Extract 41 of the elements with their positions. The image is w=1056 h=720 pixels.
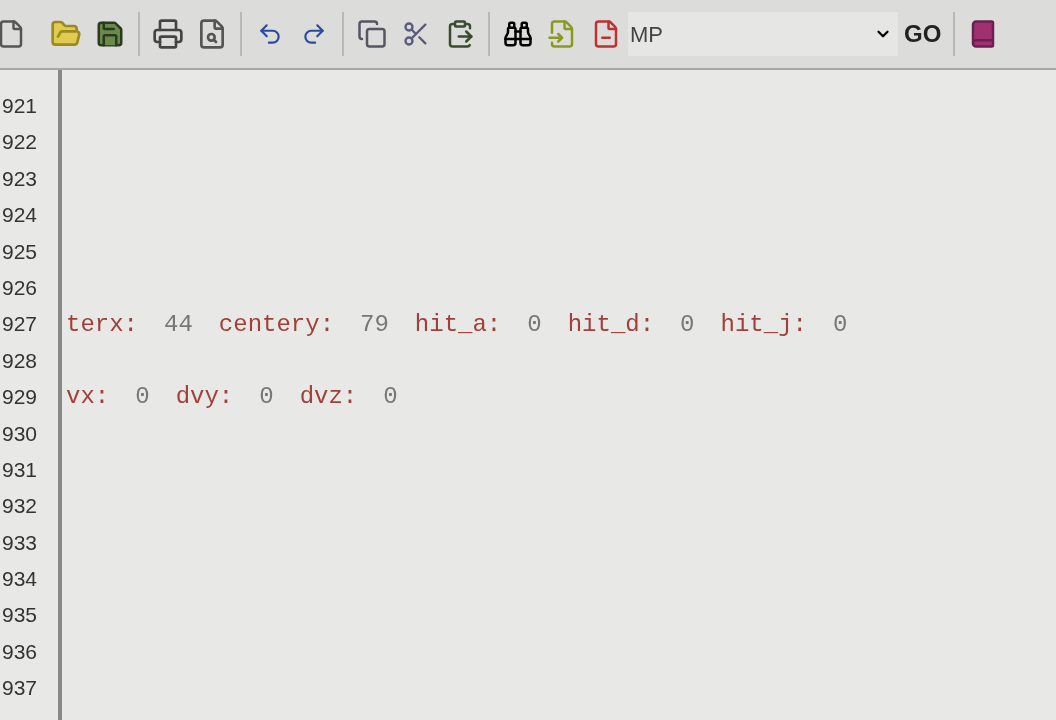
line-number: 921 [1, 93, 39, 119]
line-number: 935 [1, 602, 39, 629]
code-token: 44 [164, 309, 193, 340]
copy-icon [357, 19, 387, 49]
code-token: hit_a: [414, 309, 502, 340]
binoculars-icon [503, 19, 533, 49]
line-number: 932 [1, 493, 39, 520]
line-number: 934 [1, 566, 39, 593]
line-number: 923 [1, 165, 39, 192]
code-token: 0 [259, 382, 274, 413]
code-token: 0 [527, 309, 542, 340]
code-token: centery: [218, 309, 335, 340]
line-number: 928 [1, 347, 39, 374]
line-number: 936 [1, 638, 39, 665]
code-token: 79 [360, 309, 389, 340]
save-icon [95, 19, 125, 49]
line-number: 933 [1, 529, 39, 556]
line-number: 925 [1, 238, 39, 265]
redo-icon [301, 21, 327, 47]
printer-icon [152, 18, 184, 50]
code-token: 0 [383, 382, 398, 413]
code-token: 0 [832, 309, 848, 340]
line-number: 930 [1, 420, 39, 447]
line-number: 931 [1, 456, 39, 483]
code-token: dvz: [299, 382, 358, 413]
code-token: 0 [135, 382, 150, 413]
line-number: 929 [1, 384, 39, 411]
code-token: hit_j: [720, 309, 807, 340]
line-number: 924 [1, 202, 39, 229]
code-token: 0 [680, 309, 695, 340]
code-token: dvy: [175, 382, 234, 413]
line-number: 937 [1, 675, 39, 702]
code-token: hit_d: [567, 309, 655, 340]
go-button[interactable]: GO [898, 12, 948, 56]
code-token: vx: [66, 382, 110, 413]
undo-icon [257, 21, 283, 47]
code-token: terx: [66, 309, 138, 340]
line-number: 927 [1, 311, 39, 338]
line-number: 926 [1, 274, 39, 301]
line-number: 922 [1, 129, 39, 156]
search-combobox[interactable]: MP [628, 12, 898, 56]
